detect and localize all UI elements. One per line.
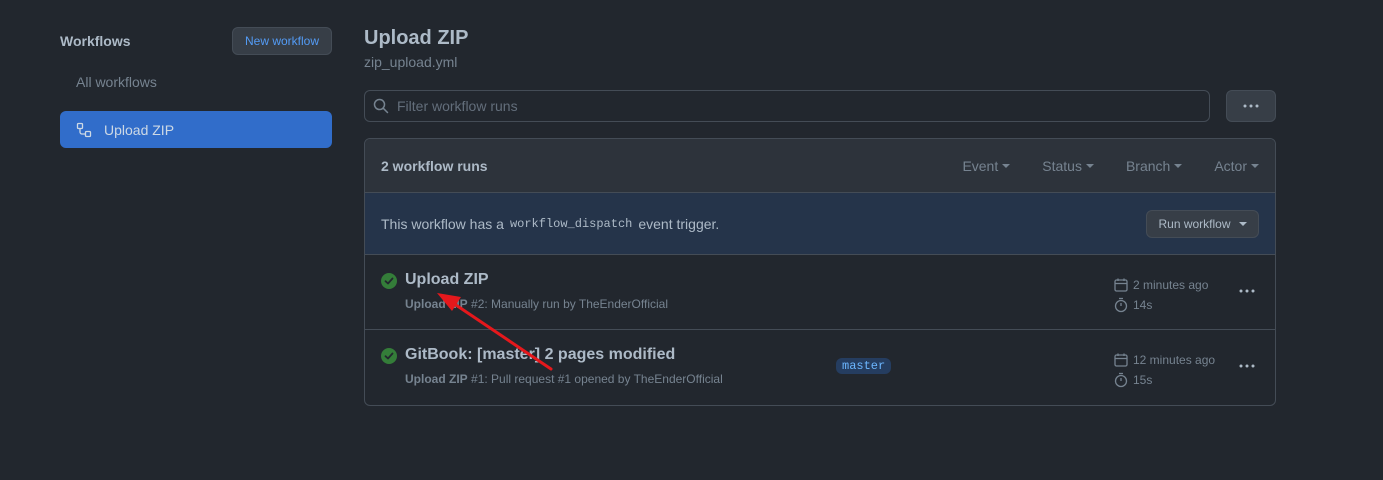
- run-workflow-button[interactable]: Run workflow: [1146, 209, 1259, 238]
- workflow-file-link[interactable]: zip_upload.yml: [364, 54, 1276, 72]
- page-title: Upload ZIP: [364, 27, 469, 49]
- filter-branch[interactable]: Branch: [1125, 157, 1183, 174]
- sidebar: Workflows New workflow All workflows Upl…: [60, 27, 332, 148]
- dispatch-banner: This workflow has a workflow_dispatch ev…: [365, 193, 1275, 255]
- dispatch-suffix: event trigger.: [638, 215, 720, 232]
- run-duration-text: 15s: [1133, 373, 1153, 387]
- sidebar-item-label: Upload ZIP: [104, 121, 175, 138]
- run-duration: 15s: [1113, 370, 1215, 390]
- workflow-run-row[interactable]: Upload ZIP Upload ZIP #2: Manually run b…: [365, 255, 1275, 330]
- run-menu-button[interactable]: [1235, 281, 1259, 301]
- filter-label: Status: [1042, 157, 1082, 174]
- branch-badge[interactable]: master: [836, 358, 892, 374]
- check-circle-icon: [381, 348, 397, 364]
- sidebar-header: Workflows New workflow: [60, 27, 332, 55]
- run-workflow-name: Upload ZIP: [405, 372, 468, 386]
- workflow-runs-box: 2 workflow runs Event Status Branch Acto…: [364, 138, 1276, 406]
- sidebar-item-upload-zip[interactable]: Upload ZIP: [60, 111, 332, 148]
- runs-count: 2 workflow runs: [381, 157, 488, 174]
- filter-runs-input[interactable]: [397, 98, 1177, 114]
- dispatch-text: This workflow has a workflow_dispatch ev…: [381, 215, 1146, 233]
- run-subtitle: Upload ZIP #2: Manually run by TheEnderO…: [405, 297, 668, 311]
- workflow-run-row[interactable]: GitBook: [master] 2 pages modified Uploa…: [365, 330, 1275, 405]
- sidebar-item-all-workflows[interactable]: All workflows: [60, 72, 332, 92]
- filter-actor[interactable]: Actor: [1214, 158, 1259, 174]
- filter-label: Event: [962, 157, 999, 174]
- caret-down-icon: [1251, 163, 1259, 168]
- calendar-icon: [1114, 278, 1128, 292]
- check-circle-icon: [381, 273, 397, 289]
- run-duration-text: 14s: [1133, 298, 1153, 312]
- filter-label: Branch: [1125, 157, 1171, 174]
- dispatch-prefix: This workflow has a: [381, 215, 504, 232]
- sidebar-title: Workflows: [60, 33, 131, 49]
- caret-down-icon: [1085, 163, 1094, 168]
- run-title-link[interactable]: GitBook: [master] 2 pages modified: [405, 346, 675, 364]
- calendar-icon: [1114, 353, 1128, 367]
- runs-box-header: 2 workflow runs Event Status Branch Acto…: [365, 139, 1275, 193]
- run-title-link[interactable]: Upload ZIP: [405, 271, 489, 289]
- filter-label: Actor: [1214, 157, 1247, 174]
- dispatch-code: workflow_dispatch: [509, 216, 633, 231]
- run-subtitle: Upload ZIP #1: Pull request #1 opened by…: [405, 372, 723, 386]
- run-time-text: 2 minutes ago: [1133, 278, 1209, 292]
- run-filters: Event Status Branch Actor: [930, 158, 1259, 174]
- search-icon: [373, 98, 389, 114]
- run-meta: 2 minutes ago 14s: [1113, 275, 1208, 315]
- run-time-text: 12 minutes ago: [1133, 353, 1216, 367]
- search-row: [364, 90, 1276, 122]
- kebab-horizontal-icon: [1243, 104, 1259, 108]
- caret-down-icon: [1002, 163, 1011, 168]
- main-content: Upload ZIP zip_upload.yml 2 workflow run…: [364, 26, 1276, 406]
- run-detail: #1: Pull request #1 opened by TheEnderOf…: [471, 372, 723, 386]
- filter-box: [364, 90, 1210, 122]
- run-time: 12 minutes ago: [1113, 350, 1215, 370]
- run-time: 2 minutes ago: [1113, 275, 1208, 295]
- filter-event[interactable]: Event: [962, 157, 1011, 174]
- run-workflow-label: Run workflow: [1158, 216, 1231, 231]
- run-detail: #2: Manually run by TheEnderOfficial: [471, 297, 669, 311]
- filter-status[interactable]: Status: [1042, 158, 1094, 174]
- caret-down-icon: [1174, 163, 1183, 168]
- run-meta: 12 minutes ago 15s: [1113, 350, 1215, 390]
- stopwatch-icon: [1114, 372, 1128, 388]
- more-options-button[interactable]: [1226, 90, 1276, 122]
- stopwatch-icon: [1114, 297, 1128, 313]
- kebab-horizontal-icon: [1239, 289, 1255, 293]
- workflow-icon: [76, 122, 92, 137]
- kebab-horizontal-icon: [1239, 364, 1255, 368]
- run-workflow-name: Upload ZIP: [405, 297, 468, 311]
- run-duration: 14s: [1113, 295, 1208, 315]
- run-menu-button[interactable]: [1235, 356, 1259, 376]
- new-workflow-button[interactable]: New workflow: [232, 27, 332, 55]
- caret-down-icon: [1238, 221, 1247, 226]
